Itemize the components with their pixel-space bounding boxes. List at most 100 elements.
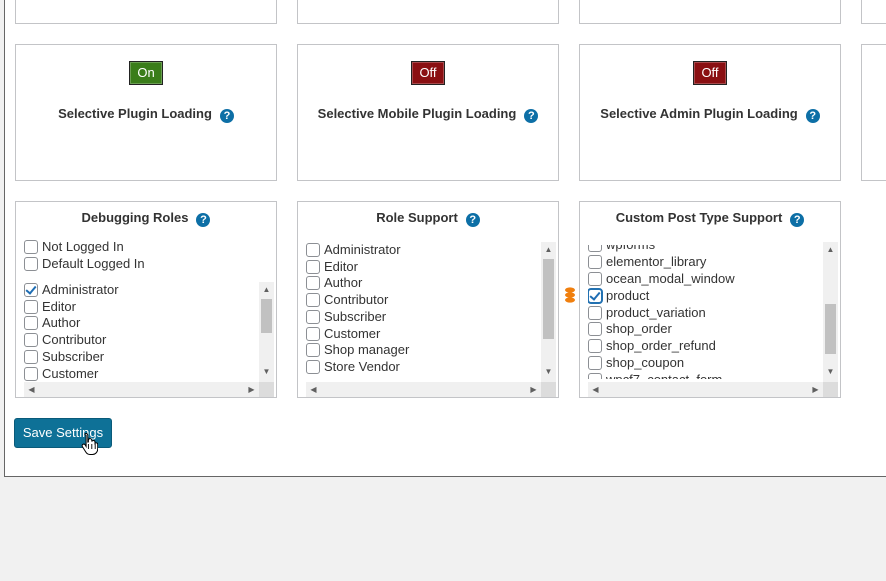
checkbox-icon[interactable] [306, 293, 320, 307]
option-label: Editor [42, 299, 76, 314]
checkbox-icon[interactable] [588, 356, 602, 370]
list-item[interactable]: Editor [24, 299, 76, 316]
checkbox-icon[interactable] [306, 343, 320, 357]
partial-card [861, 44, 886, 181]
scroll-up-icon[interactable]: ▲ [259, 282, 274, 297]
help-icon[interactable]: ? [805, 109, 820, 123]
card-title-text: Custom Post Type Support [615, 210, 783, 225]
list-item[interactable]: Editor [306, 259, 358, 276]
list-item[interactable]: Store Vendor [306, 359, 400, 376]
option-label: product [606, 288, 650, 303]
list-item[interactable]: Contributor [24, 332, 106, 349]
hand-cursor-icon [81, 432, 98, 455]
top-card-1 [15, 0, 277, 24]
list-item[interactable]: Customer [306, 326, 380, 343]
scroll-down-icon[interactable]: ▼ [823, 364, 838, 379]
list-item[interactable]: product_variation [588, 305, 706, 322]
list-item[interactable]: shop_order_refund [588, 338, 716, 355]
help-icon[interactable]: ? [196, 213, 211, 227]
scroll-right-icon[interactable]: ▶ [244, 382, 259, 397]
scroll-thumb[interactable] [261, 299, 272, 333]
help-icon[interactable]: ? [219, 109, 234, 123]
checkbox-icon[interactable] [588, 322, 602, 336]
help-icon[interactable]: ? [790, 213, 805, 227]
top-card-3 [579, 0, 841, 24]
checkbox-default-logged-in[interactable]: Default Logged In [24, 256, 145, 273]
scroll-down-icon[interactable]: ▼ [541, 364, 556, 379]
horizontal-scrollbar[interactable]: ◀ ▶ [588, 382, 823, 397]
debugging-roles-listbox[interactable]: Administrator Editor Author Contributor … [24, 282, 274, 397]
drag-handle-icon[interactable] [564, 287, 576, 303]
checkbox-icon[interactable] [306, 327, 320, 341]
checkbox-icon[interactable] [24, 333, 38, 347]
list-item[interactable]: Author [24, 315, 80, 332]
selective-plugin-loading-card: On Selective Plugin Loading? [15, 44, 277, 181]
scroll-down-icon[interactable]: ▼ [259, 364, 274, 379]
vertical-scrollbar[interactable]: ▲ ▼ [259, 282, 274, 382]
list-item[interactable]: Customer [24, 366, 98, 383]
checkbox-icon[interactable] [24, 257, 38, 271]
scroll-left-icon[interactable]: ◀ [306, 382, 321, 397]
checkbox-icon[interactable] [306, 360, 320, 374]
role-support-listbox[interactable]: Administrator Editor Author Contributor … [306, 242, 556, 397]
list-item[interactable]: Subscriber [24, 349, 104, 366]
custom-post-type-listbox[interactable]: wpforms elementor_library ocean_modal_wi… [588, 242, 838, 397]
list-item[interactable]: shop_coupon [588, 355, 684, 372]
card-title: Role Support? [298, 210, 558, 227]
card-title-text: Selective Plugin Loading [58, 106, 212, 121]
checkbox-not-logged-in[interactable]: Not Logged In [24, 239, 124, 256]
scroll-right-icon[interactable]: ▶ [808, 382, 823, 397]
list-item[interactable]: Shop manager [306, 342, 409, 359]
scroll-corner [259, 382, 274, 397]
checkbox-icon[interactable] [306, 276, 320, 290]
checkbox-icon[interactable] [24, 240, 38, 254]
scroll-left-icon[interactable]: ◀ [24, 382, 39, 397]
list-item[interactable]: Administrator [306, 242, 401, 259]
option-label: shop_coupon [606, 355, 685, 370]
checkbox-icon[interactable] [588, 306, 602, 320]
debugging-roles-card: Debugging Roles? Not Logged In Default L… [15, 201, 277, 398]
scroll-thumb[interactable] [825, 304, 836, 354]
option-label: Subscriber [42, 349, 105, 364]
selective-plugin-loading-toggle[interactable]: On [129, 61, 163, 85]
checkbox-icon[interactable] [588, 289, 602, 303]
selective-admin-plugin-loading-toggle[interactable]: Off [693, 61, 727, 85]
list-item[interactable]: Contributor [306, 292, 388, 309]
checkbox-icon[interactable] [24, 367, 38, 381]
checkbox-icon[interactable] [588, 272, 602, 286]
scroll-right-icon[interactable]: ▶ [526, 382, 541, 397]
option-label: product_variation [606, 305, 706, 320]
checkbox-icon[interactable] [306, 310, 320, 324]
list-item[interactable]: ocean_modal_window [588, 271, 735, 288]
help-icon[interactable]: ? [524, 109, 539, 123]
option-label: ocean_modal_window [606, 271, 735, 286]
list-item[interactable]: elementor_library [588, 254, 706, 271]
scroll-thumb[interactable] [543, 259, 554, 339]
checkbox-icon[interactable] [306, 260, 320, 274]
checkbox-icon[interactable] [24, 316, 38, 330]
option-label: Contributor [324, 292, 389, 307]
checkbox-icon[interactable] [306, 243, 320, 257]
help-icon[interactable]: ? [465, 213, 480, 227]
list-item[interactable]: product [588, 288, 649, 305]
horizontal-scrollbar[interactable]: ◀ ▶ [306, 382, 541, 397]
checkbox-icon[interactable] [24, 300, 38, 314]
checkbox-icon[interactable] [588, 255, 602, 269]
checkbox-icon[interactable] [24, 283, 38, 297]
selective-mobile-plugin-loading-card: Off Selective Mobile Plugin Loading? [297, 44, 559, 181]
list-item[interactable]: Author [306, 275, 362, 292]
scroll-up-icon[interactable]: ▲ [823, 242, 838, 257]
role-support-card: Role Support? Administrator Editor Autho… [297, 201, 559, 398]
list-item[interactable]: Subscriber [306, 309, 386, 326]
horizontal-scrollbar[interactable]: ◀ ▶ [24, 382, 259, 397]
option-label: Editor [324, 259, 358, 274]
scroll-left-icon[interactable]: ◀ [588, 382, 603, 397]
vertical-scrollbar[interactable]: ▲ ▼ [541, 242, 556, 382]
vertical-scrollbar[interactable]: ▲ ▼ [823, 242, 838, 382]
scroll-up-icon[interactable]: ▲ [541, 242, 556, 257]
list-item[interactable]: Administrator [24, 282, 119, 299]
list-item[interactable]: shop_order [588, 321, 672, 338]
selective-mobile-plugin-loading-toggle[interactable]: Off [411, 61, 445, 85]
checkbox-icon[interactable] [24, 350, 38, 364]
checkbox-icon[interactable] [588, 339, 602, 353]
